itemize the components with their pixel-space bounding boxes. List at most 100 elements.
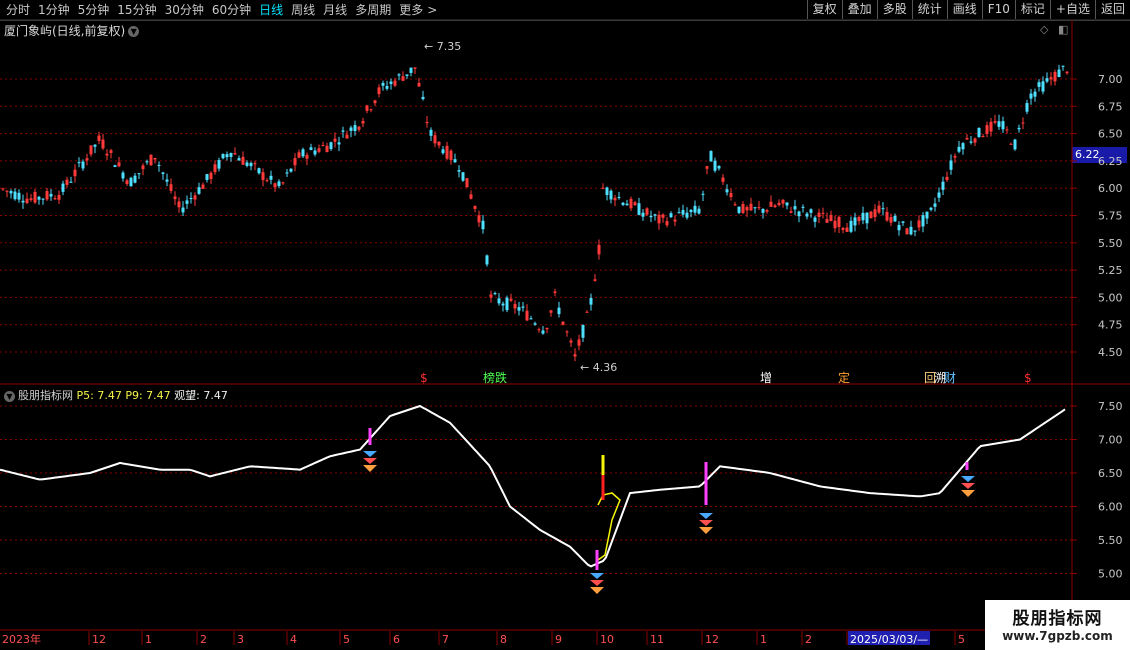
- candle-body: [873, 209, 877, 218]
- chart-canvas: 7.00 6.75 6.50 6.25 6.00 5.75 5.50 5.25 5.00 4.75…: [0, 19, 1130, 646]
- candle-body: [861, 212, 865, 221]
- candle-body: [189, 197, 193, 199]
- candle-body: [121, 172, 125, 179]
- candle-body: [853, 217, 857, 226]
- candle-body: [965, 137, 969, 140]
- y-tick-label: 5.50: [1098, 534, 1123, 547]
- candle-body: [665, 221, 669, 226]
- candle-body: [441, 149, 445, 154]
- candle-body: [549, 310, 553, 313]
- candle-body: [333, 138, 337, 142]
- x-tick-label: 2023年: [2, 632, 41, 646]
- candle-body: [221, 153, 225, 159]
- candle-body: [545, 328, 549, 330]
- candle-body: [37, 196, 41, 200]
- candle-body: [1, 188, 5, 190]
- candle-body: [705, 166, 709, 169]
- candle-body: [465, 178, 469, 188]
- candle-body: [9, 191, 13, 194]
- chevron-down-icon[interactable]: ▼: [4, 390, 15, 402]
- candle-body: [905, 228, 909, 235]
- candle-body: [357, 126, 361, 130]
- event-marker: 定: [838, 370, 850, 385]
- candle-body: [613, 197, 617, 201]
- candle-body: [809, 209, 813, 213]
- indicator-p5: P5: 7.47: [76, 389, 122, 402]
- candle-body: [601, 187, 605, 189]
- candle-body: [889, 216, 893, 223]
- signal-icon: [363, 451, 377, 457]
- candle-body: [277, 181, 281, 187]
- candle-body: [941, 181, 945, 190]
- candle-body: [757, 207, 761, 209]
- candle-body: [597, 244, 601, 255]
- candle-body: [5, 190, 9, 192]
- y-tick-label: 6.00: [1098, 501, 1123, 514]
- candle-body: [101, 139, 105, 149]
- candle-body: [885, 211, 889, 221]
- candle-body: [445, 145, 449, 159]
- candle-body: [429, 129, 433, 136]
- candle-body: [621, 202, 625, 205]
- x-tick-label: 12: [92, 633, 106, 646]
- candle-body: [785, 202, 789, 206]
- candle-body: [413, 67, 417, 69]
- candle-body: [565, 331, 569, 333]
- candle-body: [877, 205, 881, 213]
- candle-body: [697, 208, 701, 214]
- x-tick-label: 10: [600, 633, 614, 646]
- candle-body: [937, 192, 941, 198]
- candle-body: [653, 214, 657, 216]
- y-tick-label: 5.00: [1098, 568, 1123, 581]
- candle-body: [573, 354, 577, 357]
- candle-body: [777, 202, 781, 206]
- candle-body: [677, 212, 681, 214]
- event-marker: 榜跌: [483, 370, 507, 385]
- candle-body: [933, 203, 937, 207]
- candle-body: [497, 298, 501, 304]
- y-tick-label: 4.75: [1098, 319, 1123, 332]
- candle-body: [157, 164, 161, 166]
- candle-body: [849, 220, 853, 232]
- watermark: 股朋指标网 www.7gpzb.com: [985, 600, 1130, 650]
- candle-body: [797, 211, 801, 217]
- candle-body: [733, 204, 737, 206]
- candle-body: [13, 191, 17, 200]
- candle-body: [693, 205, 697, 213]
- candle-body: [537, 329, 541, 331]
- candle-body: [249, 162, 253, 167]
- candle-body: [765, 210, 769, 212]
- candle-body: [169, 184, 173, 191]
- y-tick-label: 6.50: [1098, 128, 1123, 141]
- candle-body: [49, 193, 53, 197]
- candle-body: [909, 226, 913, 235]
- candle-body: [241, 156, 245, 165]
- candle-body: [1057, 69, 1061, 78]
- candle-body: [1049, 77, 1053, 80]
- candle-body: [729, 193, 733, 198]
- y-tick-label: 6.75: [1098, 100, 1123, 113]
- x-tick-label: 2: [200, 633, 207, 646]
- candle-body: [917, 220, 921, 228]
- candle-body: [865, 212, 869, 224]
- x-tick-label: 3: [237, 633, 244, 646]
- candle-body: [985, 125, 989, 134]
- candle-body: [1029, 93, 1033, 99]
- candle-body: [29, 198, 33, 200]
- candle-body: [69, 181, 73, 183]
- candle-body: [689, 209, 693, 213]
- candle-body: [113, 165, 117, 167]
- candle-body: [77, 162, 81, 164]
- candle-body: [761, 208, 765, 213]
- candle-body: [661, 214, 665, 218]
- candle-body: [1033, 91, 1037, 97]
- candle-body: [721, 177, 725, 182]
- candle-body: [93, 144, 97, 147]
- candle-body: [337, 142, 341, 145]
- candle-body: [129, 177, 133, 187]
- candle-body: [709, 151, 713, 162]
- candle-body: [605, 187, 609, 196]
- candle-body: [481, 220, 485, 230]
- signal-icon: [363, 465, 377, 472]
- candle-body: [657, 214, 661, 224]
